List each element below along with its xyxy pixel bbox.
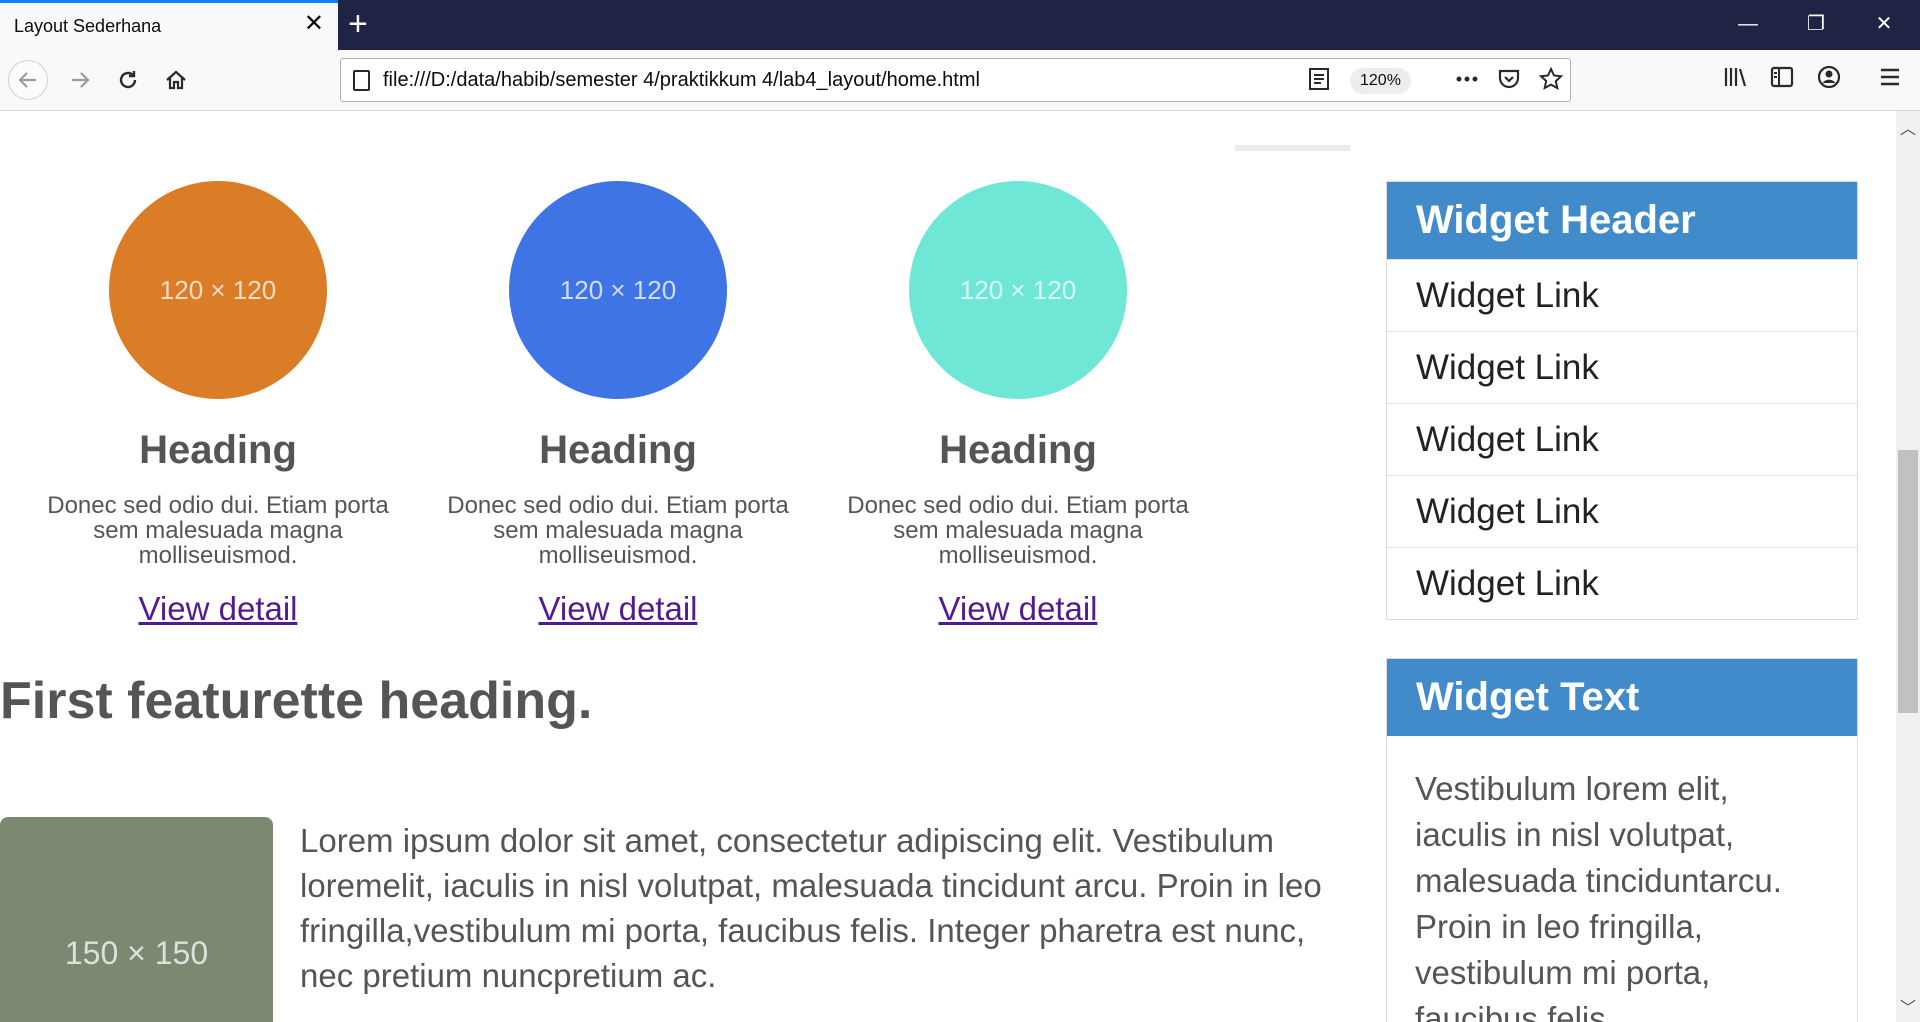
marketing-column-3: 120 × 120 Heading Donec sed odio dui. Et… — [828, 181, 1208, 628]
image-placeholder-label: 120 × 120 — [959, 275, 1077, 305]
page-icon — [353, 70, 370, 91]
url-bar[interactable]: file:///D:/data/habib/semester 4/praktik… — [340, 58, 1571, 102]
menu-icon[interactable] — [1878, 64, 1902, 99]
widget-links: Widget Header Widget Link Widget Link Wi… — [1386, 181, 1858, 620]
column-image-3: 120 × 120 — [909, 181, 1127, 399]
column-text: Donec sed odio dui. Etiam porta sem male… — [847, 492, 1189, 569]
library-icon[interactable] — [1722, 64, 1748, 99]
forward-arrow-icon — [72, 72, 90, 88]
widget-link[interactable]: Widget Link — [1387, 547, 1857, 619]
forward-button[interactable] — [60, 60, 100, 100]
reload-button[interactable] — [108, 60, 148, 100]
page-actions-icon[interactable] — [1454, 66, 1480, 99]
bookmark-star-icon[interactable] — [1538, 66, 1564, 99]
zoom-level[interactable]: 120% — [1350, 68, 1411, 94]
new-tab-button[interactable]: + — [348, 5, 368, 43]
close-window-button[interactable]: ✕ — [1850, 0, 1918, 50]
vertical-scrollbar[interactable]: ︿ ﹀ — [1896, 111, 1920, 1022]
column-text: Donec sed odio dui. Etiam porta sem male… — [447, 492, 789, 569]
widget-link[interactable]: Widget Link — [1387, 403, 1857, 475]
view-detail-link[interactable]: View detail — [539, 590, 698, 628]
widget-link[interactable]: Widget Link — [1387, 475, 1857, 547]
divider — [1235, 145, 1350, 151]
featurette-heading: First featurette heading. — [0, 672, 593, 730]
page-viewport: 120 × 120 Heading Donec sed odio dui. Et… — [0, 111, 1896, 1022]
column-image-1: 120 × 120 — [109, 181, 327, 399]
minimize-button[interactable]: — — [1714, 0, 1782, 50]
column-text: Donec sed odio dui. Etiam porta sem male… — [47, 492, 389, 569]
widget-header: Widget Text — [1387, 659, 1857, 736]
reader-view-icon[interactable] — [1308, 66, 1330, 99]
tab-title: Layout Sederhana — [14, 16, 162, 36]
column-heading: Heading — [139, 428, 297, 472]
featurette-text: Lorem ipsum dolor sit amet, consectetur … — [300, 822, 1322, 994]
column-heading: Heading — [939, 428, 1097, 472]
restore-button[interactable]: ❐ — [1782, 0, 1850, 50]
nav-toolbar: file:///D:/data/habib/semester 4/praktik… — [0, 50, 1920, 111]
home-icon — [166, 70, 186, 90]
home-button[interactable] — [156, 60, 196, 100]
widget-header: Widget Header — [1387, 182, 1857, 259]
widget-text: Widget Text Vestibulum lorem elit, iacul… — [1386, 658, 1858, 1022]
active-tab[interactable]: Layout Sederhana ✕ — [0, 0, 338, 50]
pocket-icon[interactable] — [1497, 66, 1521, 99]
back-arrow-icon — [18, 72, 36, 88]
tab-close-icon[interactable]: ✕ — [304, 12, 324, 36]
view-detail-link[interactable]: View detail — [139, 590, 298, 628]
image-placeholder-label: 150 × 150 — [64, 935, 209, 971]
sidebar-toggle-icon[interactable] — [1769, 64, 1795, 99]
image-placeholder-label: 120 × 120 — [159, 275, 277, 305]
widget-link[interactable]: Widget Link — [1387, 259, 1857, 331]
reload-icon — [119, 71, 137, 89]
back-button[interactable] — [8, 60, 48, 100]
widget-body-text: Vestibulum lorem elit, iaculis in nisl v… — [1415, 770, 1782, 1022]
tab-strip: Layout Sederhana ✕ + — ❐ ✕ — [0, 0, 1920, 50]
scroll-up-icon[interactable]: ︿ — [1896, 115, 1920, 139]
column-image-2: 120 × 120 — [509, 181, 727, 399]
featurette-image: 150 × 150 — [0, 817, 273, 1022]
column-heading: Heading — [539, 428, 697, 472]
account-icon[interactable] — [1816, 64, 1842, 99]
scrollbar-thumb[interactable] — [1898, 450, 1918, 713]
scroll-down-icon[interactable]: ﹀ — [1896, 994, 1920, 1018]
image-placeholder-label: 120 × 120 — [559, 275, 677, 305]
view-detail-link[interactable]: View detail — [939, 590, 1098, 628]
marketing-column-2: 120 × 120 Heading Donec sed odio dui. Et… — [428, 181, 808, 628]
marketing-column-1: 120 × 120 Heading Donec sed odio dui. Et… — [28, 181, 408, 628]
widget-link[interactable]: Widget Link — [1387, 331, 1857, 403]
url-text[interactable]: file:///D:/data/habib/semester 4/praktik… — [383, 69, 980, 92]
